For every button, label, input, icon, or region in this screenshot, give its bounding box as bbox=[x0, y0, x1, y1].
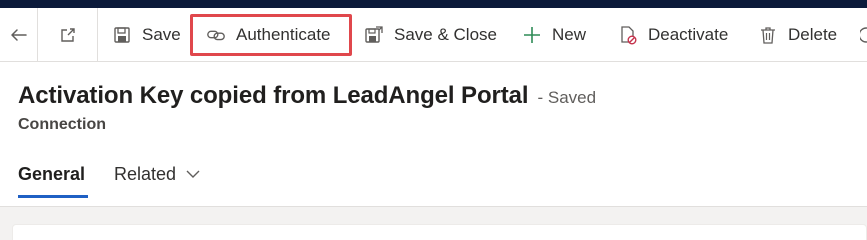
save-and-close-icon bbox=[364, 25, 384, 45]
new-button[interactable]: New bbox=[522, 8, 586, 62]
record-title: Activation Key copied from LeadAngel Por… bbox=[18, 82, 529, 109]
tab-related-label: Related bbox=[114, 163, 177, 184]
delete-label: Delete bbox=[788, 25, 838, 44]
save-label: Save bbox=[142, 25, 181, 44]
link-icon bbox=[206, 25, 226, 45]
chevron-down-icon bbox=[186, 169, 200, 179]
authenticate-label: Authenticate bbox=[236, 25, 331, 44]
open-in-new-window-icon bbox=[60, 28, 75, 42]
back-button[interactable] bbox=[0, 8, 38, 62]
save-button[interactable]: Save bbox=[112, 8, 181, 62]
new-label: New bbox=[552, 25, 587, 44]
save-and-close-button[interactable]: Save & Close bbox=[364, 8, 497, 62]
record-header: Activation Key copied from LeadAngel Por… bbox=[18, 82, 596, 110]
plus-icon bbox=[522, 25, 542, 45]
deactivate-document-icon bbox=[618, 25, 638, 45]
delete-button[interactable]: Delete bbox=[758, 8, 837, 62]
title-row: Activation Key copied from LeadAngel Por… bbox=[18, 82, 596, 110]
authenticate-button[interactable]: Authenticate bbox=[206, 8, 331, 62]
deactivate-label: Deactivate bbox=[648, 25, 729, 44]
tab-general-label: General bbox=[18, 163, 86, 184]
open-in-new-window-button[interactable] bbox=[38, 8, 98, 62]
tab-general[interactable]: General bbox=[18, 150, 88, 198]
form-tabs: General Related bbox=[18, 150, 200, 198]
deactivate-button[interactable]: Deactivate bbox=[618, 8, 728, 62]
refresh-icon bbox=[860, 27, 867, 43]
entity-name: Connection bbox=[18, 116, 106, 133]
tab-related[interactable]: Related bbox=[114, 150, 200, 198]
form-section-card bbox=[12, 224, 867, 240]
save-and-close-label: Save & Close bbox=[394, 25, 497, 44]
trash-icon bbox=[758, 25, 778, 45]
arrow-left-icon bbox=[10, 29, 27, 41]
command-bar: Save Authenticate Save & Close New Deact… bbox=[0, 8, 867, 62]
save-status: - Saved bbox=[537, 88, 597, 107]
floppy-disk-icon bbox=[112, 25, 132, 45]
more-commands-button[interactable] bbox=[860, 8, 867, 62]
app-header-bar bbox=[0, 0, 867, 8]
